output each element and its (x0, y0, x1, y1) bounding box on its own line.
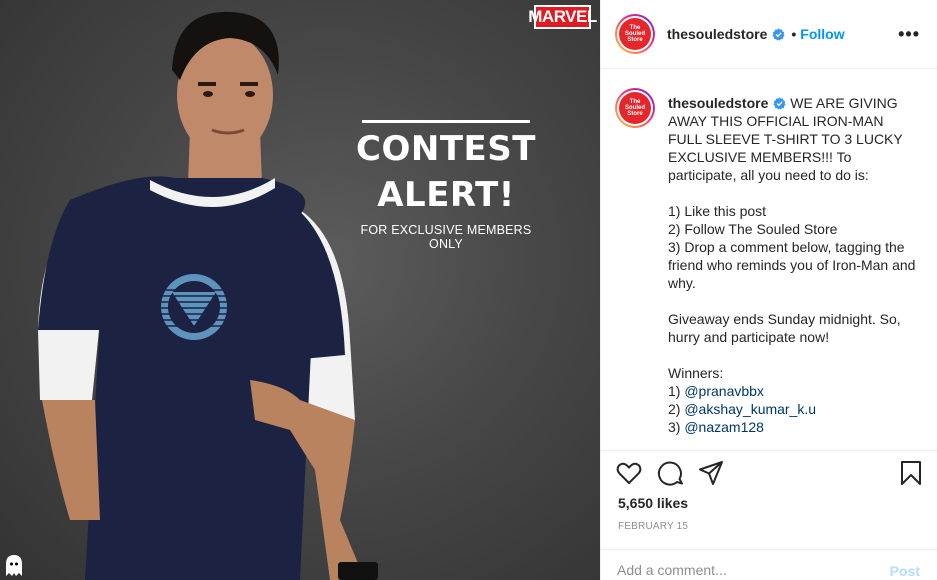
post-actions: 5,650 likes FEBRUARY 15 Post (601, 450, 937, 580)
marvel-logo: MARVEL (528, 5, 597, 29)
contest-subheadline: FOR EXCLUSIVE MEMBERS ONLY (360, 223, 532, 251)
likes-count[interactable]: 5,650 likes (618, 495, 688, 511)
share-icon[interactable] (697, 459, 725, 487)
caption-text: thesouledstore WE ARE GIVING AWAY THIS O… (668, 94, 918, 436)
post-header: The Souled Store thesouledstore • Follow… (601, 0, 937, 69)
avatar-logo: The Souled Store (619, 18, 651, 50)
heart-icon[interactable] (615, 459, 643, 487)
post-side-panel: The Souled Store thesouledstore • Follow… (600, 0, 937, 580)
action-icons-row (615, 459, 925, 487)
caption-step-3: 3) Drop a comment below, tagging the fri… (668, 239, 916, 291)
post-date[interactable]: FEBRUARY 15 (618, 521, 688, 532)
header-user: thesouledstore • Follow (667, 26, 845, 42)
caption-giveaway-note: Giveaway ends Sunday midnight. So, hurry… (668, 311, 901, 345)
caption-avatar[interactable]: The Souled Store (615, 88, 655, 128)
contest-headline-line1: CONTEST (356, 129, 536, 169)
winner-mention-link[interactable]: @nazam128 (684, 419, 764, 435)
banner-divider-top (362, 120, 530, 123)
verified-badge-icon (773, 97, 786, 110)
header-username-link[interactable]: thesouledstore (667, 26, 767, 42)
winner-item: 3) @nazam128 (668, 419, 764, 435)
comment-bar: Post (601, 549, 937, 580)
caption-username-link[interactable]: thesouledstore (668, 95, 768, 111)
winners-label: Winners: (668, 365, 724, 381)
post-image[interactable]: MARVEL CONTEST ALERT! FOR EXCLUSIVE MEMB… (0, 0, 600, 580)
comment-input[interactable] (617, 562, 857, 578)
caption-step-1: 1) Like this post (668, 203, 767, 219)
more-options-icon[interactable]: ••• (898, 24, 920, 45)
caption-step-2: 2) Follow The Souled Store (668, 221, 838, 237)
winner-item: 1) @pranavbbx (668, 383, 764, 399)
winner-mention-link[interactable]: @akshay_kumar_k.u (684, 401, 816, 417)
follow-button[interactable]: Follow (800, 26, 844, 42)
contest-headline-line2: ALERT! (377, 175, 515, 215)
comment-icon[interactable] (657, 459, 685, 487)
avatar[interactable]: The Souled Store (615, 14, 655, 54)
ghost-icon (6, 555, 22, 576)
contest-banner: CONTEST ALERT! FOR EXCLUSIVE MEMBERS ONL… (346, 120, 546, 251)
winner-item: 2) @akshay_kumar_k.u (668, 401, 817, 417)
avatar-logo: The Souled Store (619, 92, 651, 124)
caption-area: The Souled Store thesouledstore WE ARE G… (601, 70, 937, 450)
verified-badge-icon (772, 27, 785, 41)
post-comment-button[interactable]: Post (890, 563, 920, 579)
winner-mention-link[interactable]: @pranavbbx (684, 383, 764, 399)
model-illustration (38, 11, 378, 580)
separator-dot: • (791, 26, 797, 42)
bookmark-icon[interactable] (897, 459, 925, 487)
